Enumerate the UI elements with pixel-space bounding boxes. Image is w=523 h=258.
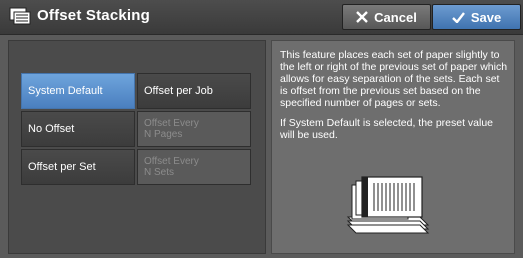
- description-paragraph-2: If System Default is selected, the prese…: [280, 117, 494, 141]
- description-panel: This feature places each set of paper sl…: [271, 40, 515, 254]
- offset-paper-stack-illustration: [346, 176, 430, 234]
- option-no-offset[interactable]: No Offset: [21, 111, 135, 147]
- checkmark-icon: [451, 11, 465, 23]
- option-offset-per-set[interactable]: Offset per Set: [21, 149, 135, 185]
- option-offset-every-n-sets: Offset Every N Sets: [137, 149, 251, 185]
- option-label: No Offset: [28, 123, 75, 135]
- option-label: Offset Every N Pages: [144, 118, 199, 140]
- description-text: This feature places each set of paper sl…: [280, 49, 508, 149]
- save-label: Save: [470, 9, 502, 25]
- options-panel: System Default Offset per Job No Offset …: [8, 40, 266, 254]
- header-bar: Offset Stacking Cancel Save: [0, 0, 523, 35]
- page-title: Offset Stacking: [37, 7, 151, 24]
- option-offset-per-job[interactable]: Offset per Job: [137, 73, 251, 109]
- option-system-default[interactable]: System Default: [21, 73, 135, 109]
- offset-stacking-icon: [9, 7, 31, 25]
- option-label: Offset per Set: [28, 161, 96, 173]
- cancel-button[interactable]: Cancel: [342, 4, 431, 30]
- cancel-label: Cancel: [374, 9, 417, 25]
- option-offset-every-n-pages: Offset Every N Pages: [137, 111, 251, 147]
- option-label: Offset per Job: [144, 85, 213, 97]
- title-group: Offset Stacking: [9, 7, 150, 25]
- close-icon: [356, 11, 369, 23]
- option-label: System Default: [28, 85, 103, 97]
- save-button[interactable]: Save: [432, 4, 521, 30]
- option-label: Offset Every N Sets: [144, 156, 199, 178]
- description-paragraph-1: This feature places each set of paper sl…: [280, 49, 508, 109]
